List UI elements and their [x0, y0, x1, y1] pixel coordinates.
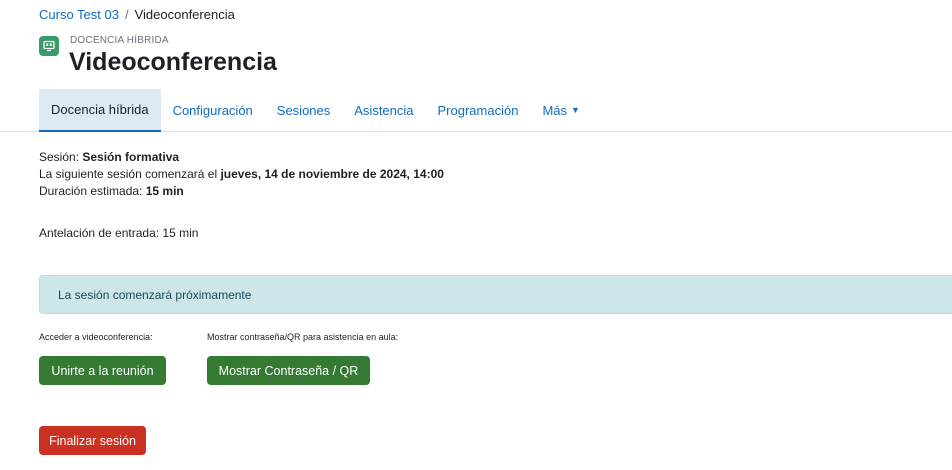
- breadcrumb-current: Videoconferencia: [134, 7, 235, 22]
- breadcrumb-separator: /: [124, 7, 129, 22]
- tab-programacion[interactable]: Programación: [426, 89, 531, 131]
- chevron-down-icon: ▼: [571, 105, 580, 115]
- breadcrumb-course-link[interactable]: Curso Test 03: [39, 7, 119, 22]
- finish-session-button[interactable]: Finalizar sesión: [39, 426, 146, 455]
- tab-mas[interactable]: Más ▼: [530, 89, 591, 131]
- show-password-qr-button[interactable]: Mostrar Contraseña / QR: [207, 356, 370, 385]
- entry-advance-text: Antelación de entrada: 15 min: [39, 226, 199, 240]
- tab-asistencia[interactable]: Asistencia: [342, 89, 425, 131]
- video-meeting-icon: [39, 36, 59, 56]
- duration-line: Duración estimada: 15 min: [39, 184, 184, 198]
- tab-sesiones[interactable]: Sesiones: [265, 89, 342, 131]
- page-title: Videoconferencia: [69, 48, 277, 76]
- secondary-navigation: Docencia híbrida Configuración Sesiones …: [39, 89, 592, 132]
- module-type-label: DOCENCIA HÍBRIDA: [70, 35, 169, 46]
- breadcrumb: Curso Test 03 / Videoconferencia: [39, 7, 235, 22]
- session-info: Sesión: Sesión formativa La siguiente se…: [39, 149, 444, 200]
- join-meeting-label: Acceder a videoconferencia:: [39, 332, 153, 342]
- tab-docencia-hibrida[interactable]: Docencia híbrida: [39, 89, 161, 132]
- next-session-line: La siguiente sesión comenzará el jueves,…: [39, 167, 444, 181]
- join-meeting-button[interactable]: Unirte a la reunión: [39, 356, 166, 385]
- session-name-line: Sesión: Sesión formativa: [39, 150, 180, 164]
- show-password-label: Mostrar contraseña/QR para asistencia en…: [207, 332, 399, 342]
- session-status-alert: La sesión comenzará próximamente: [39, 275, 952, 314]
- tab-configuracion[interactable]: Configuración: [161, 89, 265, 131]
